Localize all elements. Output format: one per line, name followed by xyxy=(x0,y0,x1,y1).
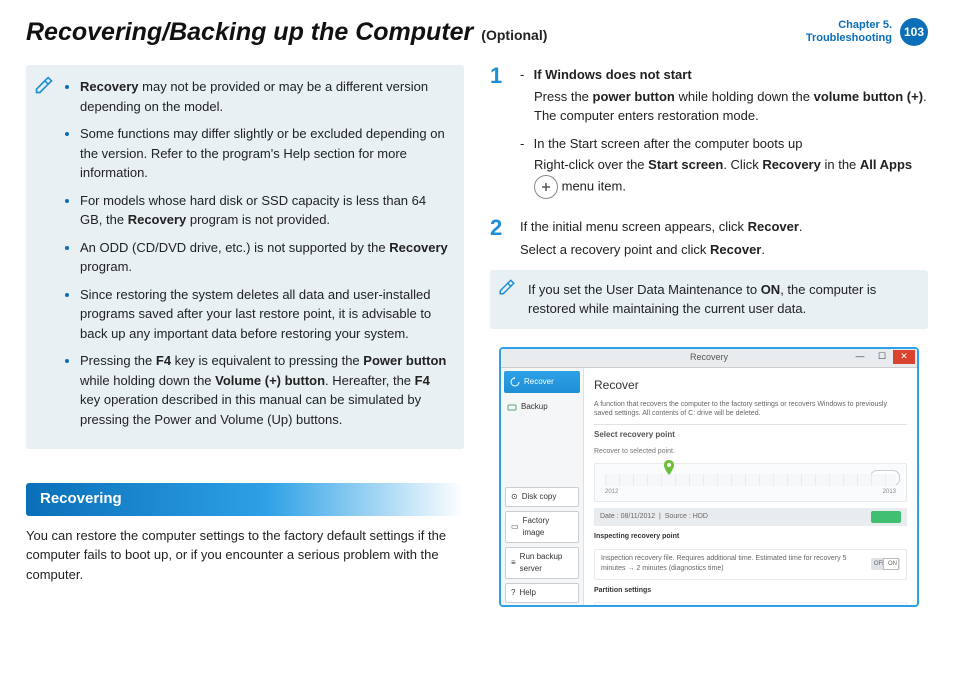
sidebar-disk-copy-button[interactable]: ⊙ Disk copy xyxy=(505,487,579,507)
timeline-year-left: 2012 xyxy=(605,488,618,497)
app-titlebar: Recovery — ☐ ✕ xyxy=(501,349,917,368)
sidebar-item-backup[interactable]: Backup xyxy=(501,396,583,418)
page-number-badge: 103 xyxy=(900,18,928,46)
section-heading: Recovering xyxy=(26,483,464,516)
step1-a-title: If Windows does not start xyxy=(534,67,692,82)
chapter-label: Chapter 5. Troubleshooting xyxy=(806,19,892,45)
sidebar-label: Help xyxy=(519,587,535,599)
app-main: Recover A function that recovers the com… xyxy=(584,368,917,605)
step2-line1: If the initial menu screen appears, clic… xyxy=(520,217,928,237)
sidebar-item-recover[interactable]: Recover xyxy=(504,371,580,393)
step1-case-a: - If Windows does not start Press the po… xyxy=(520,65,928,126)
step1-b-body-post: menu item. xyxy=(562,178,626,193)
step1-b-title: In the Start screen after the computer b… xyxy=(534,136,803,151)
step-number: 1 xyxy=(490,65,508,207)
step1-a-body: Press the power button while holding dow… xyxy=(520,87,928,126)
step1-b-body-pre: Right-click over the Start screen. Click… xyxy=(534,157,912,172)
right-column: 1 - If Windows does not start Press the … xyxy=(490,65,928,607)
section-body: You can restore the computer settings to… xyxy=(26,526,464,585)
info-source-label: Source : xyxy=(665,513,691,520)
select-recovery-point-sub: Recover to selected point. xyxy=(594,447,907,458)
tip-box: If you set the User Data Maintenance to … xyxy=(490,270,928,329)
manual-page: Recovering/Backing up the Computer (Opti… xyxy=(0,0,954,677)
maximize-button[interactable]: ☐ xyxy=(871,350,893,364)
sidebar-label: Factory image xyxy=(523,515,573,539)
step-body: If the initial menu screen appears, clic… xyxy=(520,217,928,260)
note-box: Recovery may not be provided or may be a… xyxy=(26,65,464,449)
partition-title: Partition settings xyxy=(594,586,907,597)
toggle-on-label: ON xyxy=(888,560,897,569)
minimize-button[interactable]: — xyxy=(849,350,871,364)
step-number: 2 xyxy=(490,217,508,260)
disk-icon: ⊙ xyxy=(511,491,518,503)
sidebar-label: Backup xyxy=(521,401,548,413)
inspect-toggle[interactable]: OFF ON xyxy=(871,558,900,570)
recovery-info-bar: Date : 08/11/2012 | Source : HDD xyxy=(594,508,907,526)
server-icon: ≡ xyxy=(511,557,516,569)
inspect-body: Inspection recovery file. Requires addit… xyxy=(601,554,871,575)
chapter-group: Chapter 5. Troubleshooting 103 xyxy=(806,18,928,46)
page-subtitle: (Optional) xyxy=(481,27,547,43)
sidebar-help-button[interactable]: ? Help xyxy=(505,583,579,603)
timeline-labels: 2012 2013 xyxy=(605,488,896,497)
note-item: Recovery may not be provided or may be a… xyxy=(80,77,450,116)
timeline-year-right: 2013 xyxy=(883,488,896,497)
page-header: Recovering/Backing up the Computer (Opti… xyxy=(26,18,928,47)
recovery-timeline[interactable]: 2012 2013 xyxy=(594,463,907,502)
select-recovery-point-title: Select recovery point xyxy=(594,424,907,441)
note-item: For models whose hard disk or SSD capaci… xyxy=(80,191,450,230)
all-apps-icon xyxy=(534,175,558,199)
info-date-value: 08/11/2012 xyxy=(621,513,656,520)
content-columns: Recovery may not be provided or may be a… xyxy=(26,65,928,607)
note-list: Recovery may not be provided or may be a… xyxy=(66,77,450,429)
app-sidebar: Recover Backup ⊙ Disk copy ▭ xyxy=(501,368,584,605)
info-date-label: Date : xyxy=(600,513,619,520)
step1-b-body: Right-click over the Start screen. Click… xyxy=(520,155,928,199)
timeline-pin-icon xyxy=(663,460,675,478)
page-title: Recovering/Backing up the Computer xyxy=(26,18,473,47)
note-item: Pressing the F4 key is equivalent to pre… xyxy=(80,351,450,429)
info-source-value: HDD xyxy=(693,513,708,520)
step-body: - If Windows does not start Press the po… xyxy=(520,65,928,207)
tip-text: If you set the User Data Maintenance to … xyxy=(528,282,876,317)
note-icon xyxy=(498,278,516,296)
info-action-button[interactable] xyxy=(871,511,901,523)
note-item: Since restoring the system deletes all d… xyxy=(80,285,450,344)
chapter-line2: Troubleshooting xyxy=(806,32,892,45)
app-heading: Recover xyxy=(594,376,907,394)
sidebar-run-backup-button[interactable]: ≡ Run backup server xyxy=(505,547,579,579)
step-2: 2 If the initial menu screen appears, cl… xyxy=(490,217,928,260)
close-button[interactable]: ✕ xyxy=(893,350,915,364)
sidebar-label: Recover xyxy=(524,376,554,388)
left-column: Recovery may not be provided or may be a… xyxy=(26,65,464,607)
app-description: A function that recovers the computer to… xyxy=(594,400,907,418)
help-icon: ? xyxy=(511,587,515,599)
title-group: Recovering/Backing up the Computer (Opti… xyxy=(26,18,547,47)
recovery-app-screenshot: Recovery — ☐ ✕ Recover xyxy=(499,347,919,607)
partition-row: When the partition is set, all the data … xyxy=(594,602,907,604)
note-item: An ODD (CD/DVD drive, etc.) is not suppo… xyxy=(80,238,450,277)
timeline-bar[interactable] xyxy=(605,474,896,486)
sidebar-factory-image-button[interactable]: ▭ Factory image xyxy=(505,511,579,543)
step1-case-b: - In the Start screen after the computer… xyxy=(520,134,928,199)
app-body: Recover Backup ⊙ Disk copy ▭ xyxy=(501,368,917,605)
window-controls: — ☐ ✕ xyxy=(849,350,915,364)
inspect-row: Inspection recovery file. Requires addit… xyxy=(594,549,907,580)
step2-line2: Select a recovery point and click Recove… xyxy=(520,240,928,260)
note-item: Some functions may differ slightly or be… xyxy=(80,124,450,183)
image-icon: ▭ xyxy=(511,521,519,533)
note-icon xyxy=(34,75,54,95)
inspect-title: Inspecting recovery point xyxy=(594,532,907,543)
sidebar-label: Run backup server xyxy=(520,551,573,575)
chapter-line1: Chapter 5. xyxy=(806,19,892,32)
info-left: Date : 08/11/2012 | Source : HDD xyxy=(600,512,708,523)
sidebar-label: Disk copy xyxy=(522,491,557,503)
step-1: 1 - If Windows does not start Press the … xyxy=(490,65,928,207)
